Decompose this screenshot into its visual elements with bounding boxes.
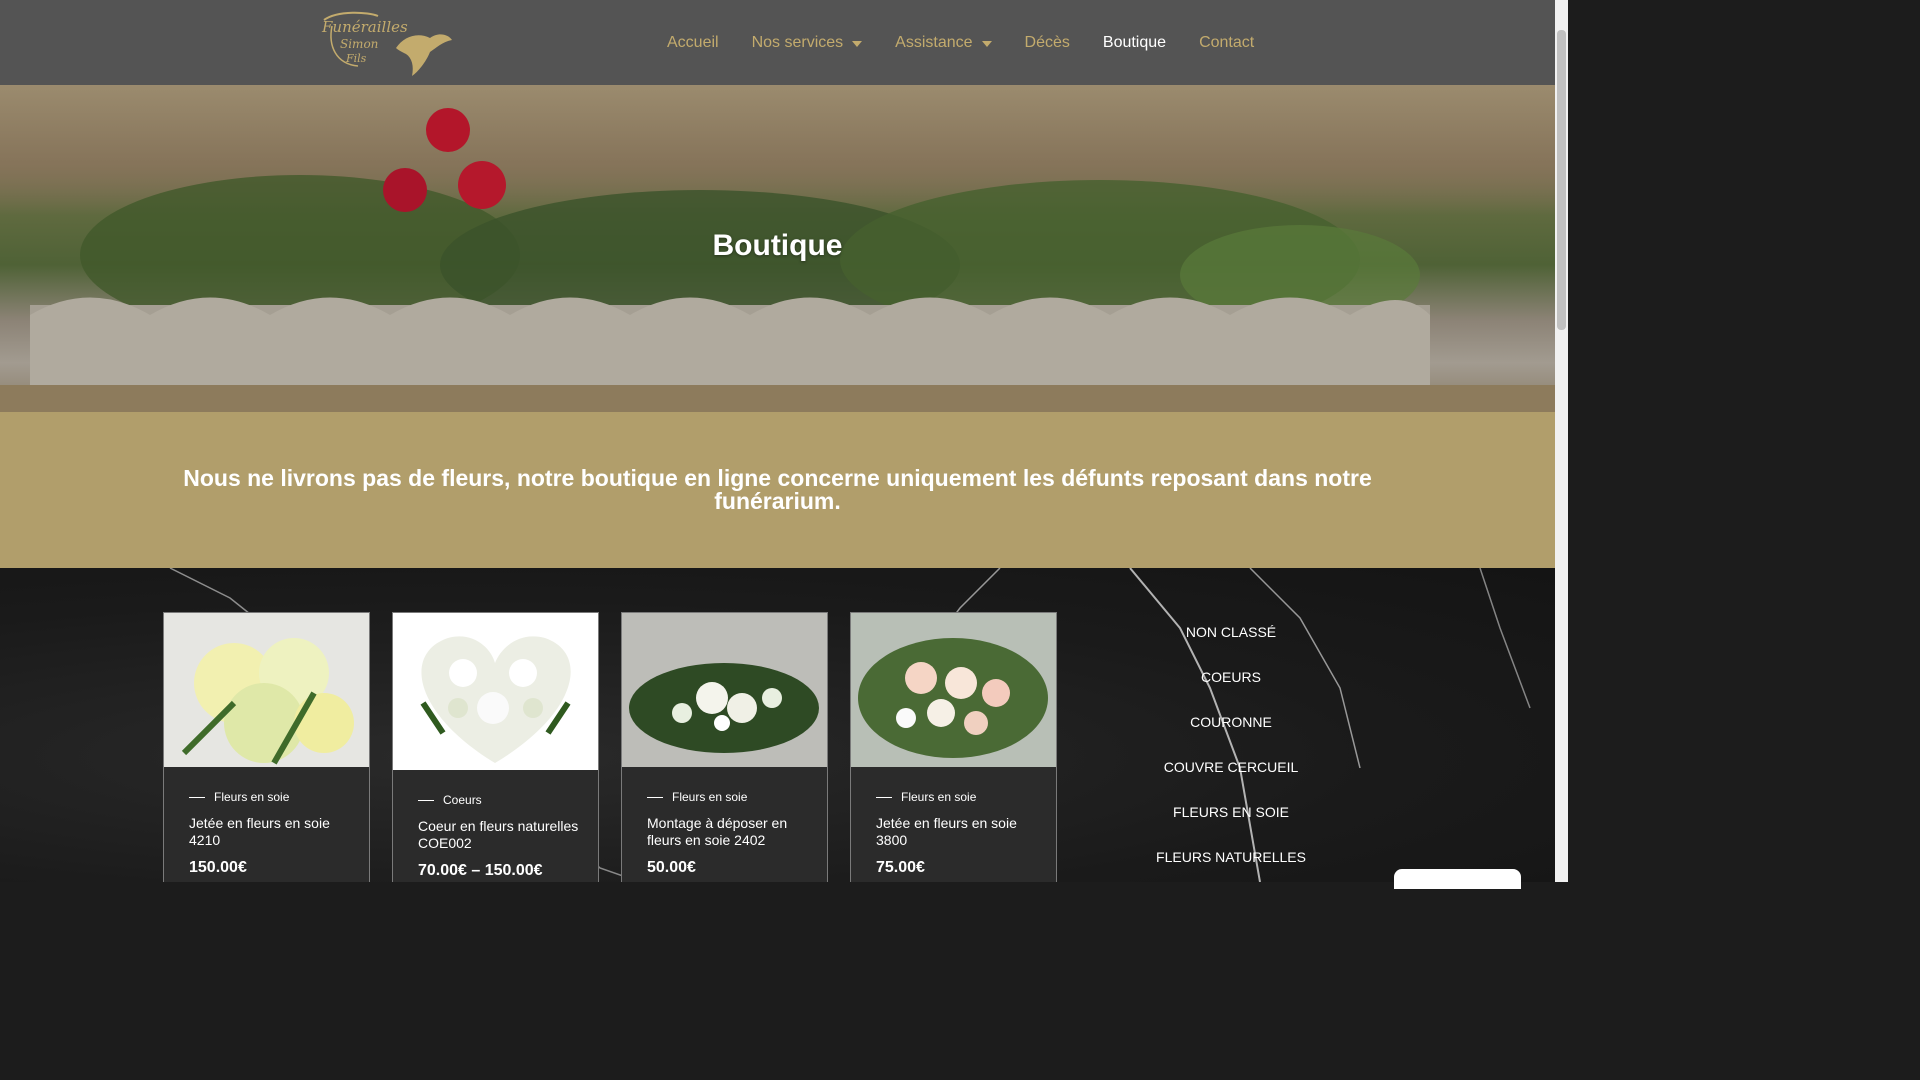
product-category-label: Fleurs en soie	[214, 790, 290, 804]
product-category-label: Fleurs en soie	[672, 790, 748, 804]
product-category[interactable]: Fleurs en soie	[876, 790, 976, 804]
main-nav: Accueil Nos services Assistance Décès Bo…	[667, 0, 1287, 85]
nav-contact[interactable]: Contact	[1199, 34, 1254, 52]
product-name[interactable]: Montage à déposer en fleurs en soie 2402	[647, 815, 809, 849]
product-category-label: Fleurs en soie	[901, 790, 977, 804]
product-card[interactable]: Coeurs Coeur en fleurs naturelles COE002…	[392, 612, 599, 882]
product-price: 75.00€	[876, 859, 925, 876]
caret-down-icon	[981, 40, 992, 47]
category-couvre-cercueil[interactable]: COUVRE CERCUEIL	[1120, 758, 1342, 803]
product-image	[164, 613, 369, 767]
category-coeurs[interactable]: COEURS	[1120, 668, 1342, 713]
dash-icon	[418, 799, 434, 801]
product-card[interactable]: Fleurs en soie Jetée en fleurs en soie 3…	[850, 612, 1057, 882]
category-non-classe[interactable]: NON CLASSÉ	[1120, 623, 1342, 668]
nav-nos-services[interactable]: Nos services	[752, 34, 863, 52]
category-fleurs-en-soie[interactable]: FLEURS EN SOIE	[1120, 803, 1342, 848]
nav-deces-label: Décès	[1024, 33, 1070, 51]
category-couronne[interactable]: COURONNE	[1120, 713, 1342, 758]
page-title: Boutique	[712, 229, 843, 262]
dash-icon	[876, 796, 892, 798]
nav-assistance-label: Assistance	[895, 33, 973, 51]
dash-icon	[647, 796, 663, 798]
chat-widget-tab[interactable]	[1394, 869, 1521, 889]
product-category-label: Coeurs	[443, 793, 482, 807]
product-category[interactable]: Fleurs en soie	[189, 790, 289, 804]
site-header: Funérailles Simon Fils Accueil Nos servi…	[0, 0, 1555, 85]
nav-boutique[interactable]: Boutique	[1103, 34, 1166, 52]
product-category[interactable]: Fleurs en soie	[647, 790, 747, 804]
product-category[interactable]: Coeurs	[418, 793, 482, 807]
nav-contact-label: Contact	[1199, 33, 1255, 51]
product-card[interactable]: Fleurs en soie Jetée en fleurs en soie 4…	[163, 612, 370, 882]
product-price: 150.00€	[189, 859, 247, 876]
product-name[interactable]: Coeur en fleurs naturelles COE002	[418, 818, 580, 852]
category-fleurs-naturelles[interactable]: FLEURS NATURELLES	[1120, 848, 1342, 882]
product-image	[393, 613, 598, 770]
category-list: NON CLASSÉ COEURS COURONNE COUVRE CERCUE…	[1120, 623, 1342, 882]
nav-deces[interactable]: Décès	[1025, 34, 1070, 52]
caret-down-icon	[852, 40, 863, 47]
svg-text:Simon: Simon	[340, 37, 378, 51]
product-price: 50.00€	[647, 859, 696, 876]
product-image	[622, 613, 827, 767]
nav-accueil[interactable]: Accueil	[667, 34, 719, 52]
product-name[interactable]: Jetée en fleurs en soie 4210	[189, 815, 351, 849]
company-logo[interactable]: Funérailles Simon Fils	[318, 6, 454, 80]
nav-assistance[interactable]: Assistance	[895, 33, 992, 52]
product-card[interactable]: Fleurs en soie Montage à déposer en fleu…	[621, 612, 828, 882]
product-section: Fleurs en soie Jetée en fleurs en soie 4…	[0, 568, 1555, 882]
nav-nos-services-label: Nos services	[751, 33, 844, 51]
scrollbar-thumb[interactable]	[1557, 30, 1566, 330]
nav-boutique-label: Boutique	[1102, 33, 1167, 51]
nav-accueil-label: Accueil	[667, 33, 719, 51]
product-image	[851, 613, 1056, 767]
dash-icon	[189, 796, 205, 798]
delivery-notice: Nous ne livrons pas de fleurs, notre bou…	[0, 412, 1555, 568]
svg-text:Funérailles: Funérailles	[321, 18, 408, 36]
product-name[interactable]: Jetée en fleurs en soie 3800	[876, 815, 1038, 849]
product-price: 70.00€ – 150.00€	[418, 862, 543, 879]
hero-banner: Boutique	[0, 85, 1555, 412]
page-scrollbar[interactable]	[1555, 0, 1568, 882]
notice-text: Nous ne livrons pas de fleurs, notre bou…	[183, 465, 1372, 514]
